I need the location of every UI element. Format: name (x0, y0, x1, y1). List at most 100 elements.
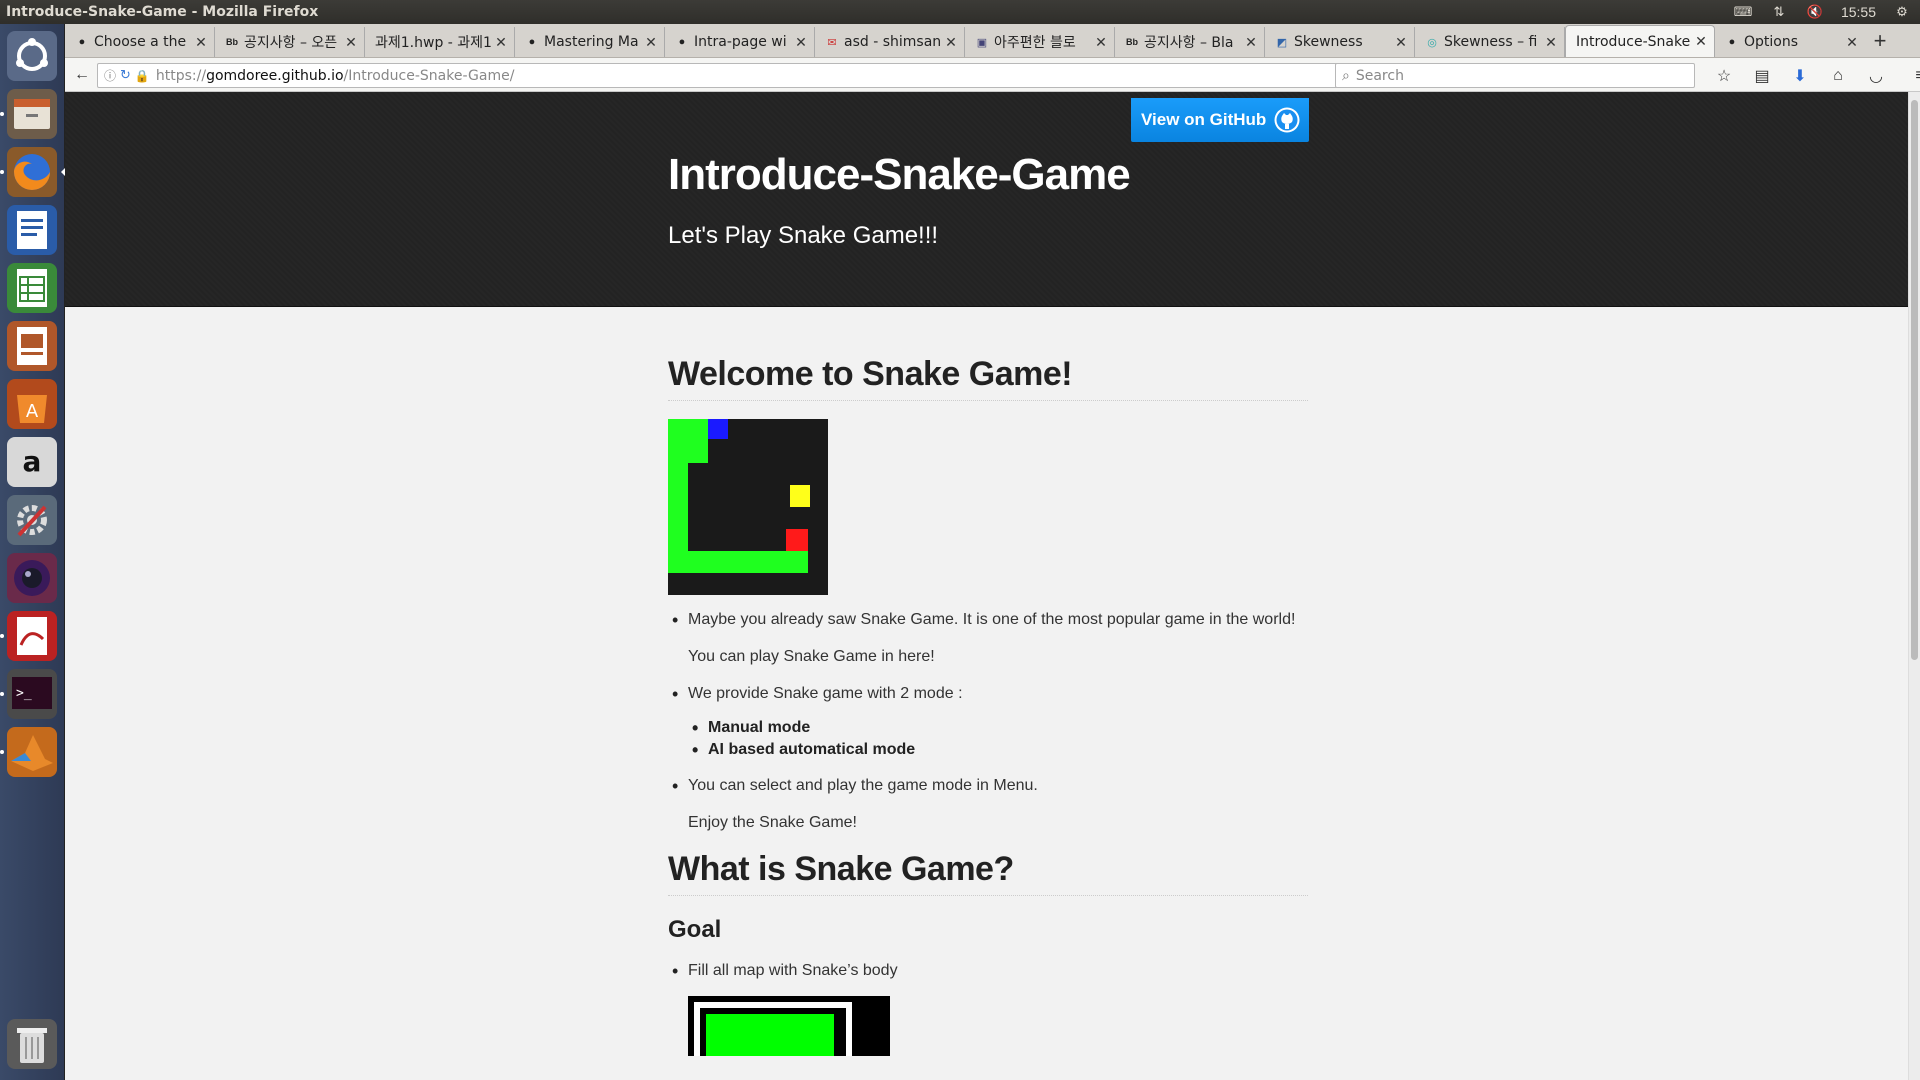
blackboard-icon: Bb (1126, 37, 1138, 47)
tab-label: 공지사항 – Bla (1144, 35, 1234, 51)
svg-text:>_: >_ (16, 686, 32, 701)
system-settings-icon[interactable] (5, 493, 59, 547)
url-path: /Introduce-Snake-Game/ (343, 67, 515, 84)
github-icon: ● (1728, 36, 1736, 48)
trash-icon[interactable] (5, 1017, 59, 1071)
list-item: You can select and play the game mode in… (668, 776, 1308, 797)
close-tab-icon[interactable]: ✕ (344, 34, 358, 51)
tab-label: 공지사항 – 오픈 (244, 35, 338, 51)
github-icon: ● (678, 36, 686, 48)
modes-sublist: Manual mode AI based automatical mode (668, 718, 1308, 761)
scrollbar-thumb[interactable] (1911, 100, 1918, 660)
ubuntu-dash-icon[interactable] (5, 29, 59, 83)
tab-label: Introduce-Snake (1576, 33, 1691, 50)
menu-list: You can select and play the game mode in… (668, 776, 1308, 797)
navigation-bar: ← ⓘ ↻ 🔒 https:// gomdoree.github.io /Int… (65, 58, 1920, 92)
blog-icon: ▣ (976, 36, 988, 49)
tab-label: Skewness – fi (1444, 34, 1538, 50)
tab[interactable]: ● Mastering Ma ✕ (515, 27, 665, 57)
close-tab-icon[interactable]: ✕ (494, 34, 508, 51)
tab[interactable]: 과제1.hwp - 과제1 ✕ (365, 27, 515, 57)
github-octocat-icon (1274, 107, 1300, 133)
home-icon[interactable]: ⌂ (1819, 61, 1857, 91)
search-bar[interactable]: ⌕ Search (1335, 63, 1695, 88)
document-icon: ◩ (1276, 36, 1288, 49)
software-center-icon[interactable]: A (5, 377, 59, 431)
clock[interactable]: 15:55 (1841, 4, 1876, 20)
webcam-icon[interactable] (5, 551, 59, 605)
network-icon[interactable]: ⇅ (1769, 5, 1789, 19)
close-tab-icon[interactable]: ✕ (1244, 34, 1258, 51)
tab[interactable]: ✉ asd - shimsan ✕ (815, 27, 965, 57)
gmail-icon: ✉ (827, 36, 837, 49)
close-tab-icon[interactable]: ✕ (644, 34, 658, 51)
goal-list: Fill all map with Snake’s body (668, 961, 1308, 982)
tab[interactable]: Bb 공지사항 – Bla ✕ (1115, 27, 1265, 57)
search-icon: ⌕ (1342, 67, 1350, 84)
site-tagline: Let's Play Snake Game!!! (668, 222, 939, 249)
tab-active[interactable]: Introduce-Snake ✕ (1565, 25, 1715, 57)
tab[interactable]: ▣ 아주편한 블로 ✕ (965, 27, 1115, 57)
paragraph: Enjoy the Snake Game! (688, 814, 857, 831)
what-is-heading: What is Snake Game? (668, 850, 1308, 896)
tab[interactable]: ● Options ✕ (1715, 27, 1865, 57)
hamburger-menu-icon[interactable]: ≡ (1901, 61, 1920, 91)
web-icon: ◎ (1427, 36, 1437, 49)
back-button[interactable]: ← (67, 60, 97, 90)
url-bar[interactable]: ⓘ ↻ 🔒 https:// gomdoree.github.io /Intro… (97, 63, 1382, 88)
bookmark-star-icon[interactable]: ☆ (1705, 61, 1743, 91)
terminal-icon[interactable]: >_ (5, 667, 59, 721)
tab[interactable]: ◩ Skewness ✕ (1265, 27, 1415, 57)
tab-label: Intra-page wi (694, 34, 787, 50)
gear-icon[interactable]: ⚙ (1892, 5, 1912, 19)
site-title: Introduce-Snake-Game (668, 150, 1131, 199)
snake-game-screenshot (668, 419, 828, 595)
tab-label: 아주편한 블로 (994, 35, 1076, 51)
github-button-label: View on GitHub (1141, 110, 1267, 129)
close-tab-icon[interactable]: ✕ (944, 34, 958, 51)
list-item: AI based automatical mode (688, 740, 1308, 761)
tab[interactable]: ◎ Skewness – fi ✕ (1415, 27, 1565, 57)
close-tab-icon[interactable]: ✕ (1094, 34, 1108, 51)
system-top-panel: Introduce-Snake-Game - Mozilla Firefox ⌨… (0, 0, 1920, 24)
files-icon[interactable] (5, 87, 59, 141)
info-icon[interactable]: ⓘ (104, 67, 116, 84)
firefox-icon[interactable] (5, 145, 59, 199)
mode-list: We provide Snake game with 2 mode : (668, 684, 1308, 705)
close-tab-icon[interactable]: ✕ (1544, 34, 1558, 51)
welcome-heading: Welcome to Snake Game! (668, 355, 1308, 401)
downloads-icon[interactable]: ⬇ (1781, 61, 1819, 91)
url-host: gomdoree.github.io (206, 67, 344, 84)
volume-muted-icon[interactable]: 🔇 (1805, 5, 1825, 19)
github-icon: ● (528, 36, 536, 48)
reading-list-icon[interactable]: ▤ (1743, 61, 1781, 91)
close-tab-icon[interactable]: ✕ (1845, 34, 1859, 51)
tab-label: Options (1744, 34, 1799, 50)
impress-icon[interactable] (5, 319, 59, 373)
page-scrollbar[interactable] (1908, 92, 1920, 1080)
view-on-github-button[interactable]: View on GitHub (1131, 98, 1309, 142)
tab[interactable]: ● Intra-page wi ✕ (665, 27, 815, 57)
matlab-icon[interactable] (5, 725, 59, 779)
close-tab-icon[interactable]: ✕ (1694, 33, 1708, 50)
window-title: Introduce-Snake-Game - Mozilla Firefox (6, 4, 319, 20)
close-tab-icon[interactable]: ✕ (194, 34, 208, 51)
paragraph: You can play Snake Game in here! (688, 648, 935, 665)
search-placeholder: Search (1355, 67, 1404, 84)
writer-icon[interactable] (5, 203, 59, 257)
pocket-icon[interactable]: ◡ (1857, 61, 1895, 91)
tab[interactable]: Bb 공지사항 – 오픈 ✕ (215, 27, 365, 57)
calc-icon[interactable] (5, 261, 59, 315)
keyboard-icon[interactable]: ⌨ (1733, 5, 1753, 19)
tab-label: asd - shimsan (844, 34, 942, 50)
tab-strip: ● Choose a the ✕ Bb 공지사항 – 오픈 ✕ 과제1.hwp … (65, 24, 1920, 58)
close-tab-icon[interactable]: ✕ (1394, 34, 1408, 51)
goal-heading: Goal (668, 916, 722, 943)
goal-screenshot (688, 996, 890, 1056)
new-tab-button[interactable]: + (1865, 27, 1895, 57)
blackboard-icon: Bb (226, 37, 238, 47)
tab[interactable]: ● Choose a the ✕ (65, 27, 215, 57)
close-tab-icon[interactable]: ✕ (794, 34, 808, 51)
document-viewer-icon[interactable] (5, 609, 59, 663)
amazon-icon[interactable]: a (5, 435, 59, 489)
